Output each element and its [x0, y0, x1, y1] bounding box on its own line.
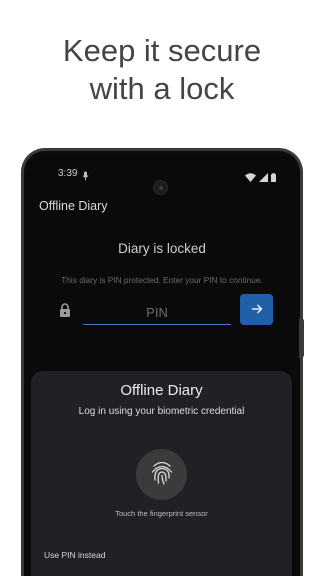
phone-screen: 3:39 Offline Diary Diary is locked This …	[28, 155, 296, 576]
locked-description: This diary is PIN protected. Enter your …	[61, 275, 263, 285]
fingerprint-icon	[150, 460, 174, 489]
status-icons	[245, 169, 276, 187]
lock-icon	[59, 303, 71, 322]
promo-headline-line1: Keep it secure	[62, 33, 262, 68]
phone-side-button	[299, 318, 304, 358]
use-pin-instead-button[interactable]: Use PIN instead	[44, 550, 105, 560]
app-bar-title: Offline Diary	[39, 199, 108, 213]
battery-icon	[271, 169, 276, 187]
signal-icon	[259, 169, 268, 187]
biometric-prompt-subtitle: Log in using your biometric credential	[78, 406, 245, 417]
locked-title: Diary is locked	[118, 241, 206, 256]
status-time: 3:39	[58, 168, 78, 179]
submit-pin-button[interactable]	[240, 294, 273, 325]
wifi-icon	[245, 169, 256, 187]
microphone-icon	[82, 168, 89, 186]
biometric-prompt-sheet: Offline Diary Log in using your biometri…	[31, 371, 292, 576]
arrow-right-icon	[251, 302, 263, 317]
fingerprint-hint: Touch the fingerprint sensor	[115, 509, 208, 518]
front-camera	[153, 180, 168, 195]
pin-field[interactable]	[83, 300, 231, 325]
status-bar: 3:39	[28, 168, 296, 195]
pin-input[interactable]	[83, 300, 231, 324]
fingerprint-sensor-button[interactable]	[136, 449, 187, 500]
promo-headline: Keep it secure with a lock	[0, 32, 324, 108]
promo-headline-line2: with a lock	[89, 71, 235, 106]
biometric-prompt-title: Offline Diary	[120, 382, 203, 399]
